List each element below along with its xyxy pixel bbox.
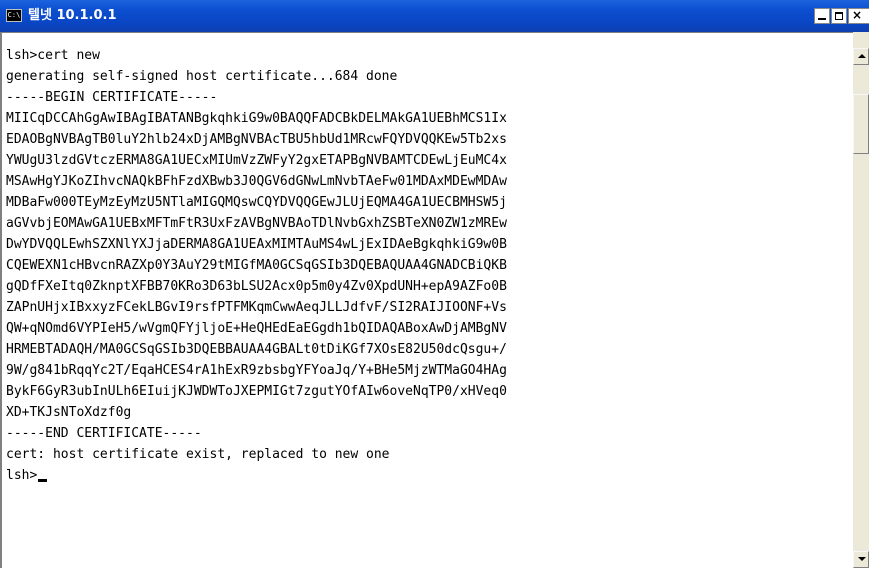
scroll-up-button[interactable] <box>853 48 869 65</box>
console-line: -----END CERTIFICATE----- <box>6 426 202 441</box>
minimize-button[interactable] <box>814 8 830 24</box>
text-cursor <box>38 479 48 482</box>
certificate-line: DwYDVQQLEwhSZXNlYXJjaDERMA8GA1UEAxMIMTAu… <box>6 237 507 252</box>
telnet-window: C:\ 텔넷 10.1.0.1 × lsh>cert new generatin… <box>0 0 869 568</box>
certificate-line: MSAwHgYJKoZIhvcNAQkBFhFzdXBwb3J0QGV6dGNw… <box>6 174 507 189</box>
certificate-line: XD+TKJsNToXdzf0g <box>6 405 132 420</box>
console-line: cert: host certificate exist, replaced t… <box>6 447 390 462</box>
scroll-thumb[interactable] <box>853 94 869 154</box>
certificate-line: HRMEBTADAQH/MA0GCSqGSIb3DQEBBAUAA4GBALt0… <box>6 342 507 357</box>
certificate-line: MDBaFw000TEyMzEyMzU5NTlaMIGQMQswCQYDVQQG… <box>6 195 507 210</box>
command-prompt[interactable]: lsh> <box>6 465 48 486</box>
close-button[interactable]: × <box>848 8 869 24</box>
console-output[interactable]: lsh>cert new generating self-signed host… <box>0 32 853 568</box>
certificate-line: QW+qNOmd6VYPIeH5/wVgmQFYjljoE+HeQHEdEaEG… <box>6 321 507 336</box>
certificate-line: gQDfFXeItq0ZknptXFBB70KRo3D63bLSU2Acx0p5… <box>6 279 507 294</box>
up-arrow-icon <box>858 54 866 58</box>
maximize-button[interactable] <box>831 8 847 24</box>
certificate-line: MIICqDCCAhGgAwIBAgIBATANBgkqhkiG9w0BAQQF… <box>6 111 507 126</box>
title-bar[interactable]: C:\ 텔넷 10.1.0.1 × <box>0 0 869 32</box>
prompt-text: lsh> <box>6 468 38 483</box>
console-line: generating self-signed host certificate.… <box>6 69 398 84</box>
certificate-line: EDAOBgNVBAgTB0luY2hlb24xDjAMBgNVBAcTBU5h… <box>6 132 507 147</box>
console-line: -----BEGIN CERTIFICATE----- <box>6 90 218 105</box>
certificate-line: aGVvbjEOMAwGA1UEBxMFTmFtR3UxFzAVBgNVBAoT… <box>6 216 507 231</box>
window-title: 텔넷 10.1.0.1 <box>28 8 117 23</box>
vertical-scrollbar[interactable] <box>853 32 869 568</box>
certificate-line: YWUgU3lzdGVtczERMA8GA1UECxMIUmVzZWFyY2gx… <box>6 153 507 168</box>
certificate-line: CQEWEXN1cHBvcnRAZXp0Y3AuY29tMIGfMA0GCSqG… <box>6 258 507 273</box>
certificate-line: BykF6GyR3ubInULh6EIuijKJWDWToJXEPMIGt7zg… <box>6 384 507 399</box>
certificate-line: 9W/g841bRqqYc2T/EqaHCES4rA1hExR9zbsbgYFY… <box>6 363 507 378</box>
down-arrow-icon <box>858 557 866 561</box>
close-icon: × <box>852 8 863 22</box>
minimize-icon <box>818 18 826 20</box>
scroll-down-button[interactable] <box>853 551 869 568</box>
console-app-icon[interactable]: C:\ <box>6 9 22 22</box>
certificate-line: ZAPnUHjxIBxxyzFCekLBGvI9rsfPTFMKqmCwwAeq… <box>6 300 507 315</box>
console-line: lsh>cert new <box>6 48 100 63</box>
maximize-icon <box>835 12 843 20</box>
